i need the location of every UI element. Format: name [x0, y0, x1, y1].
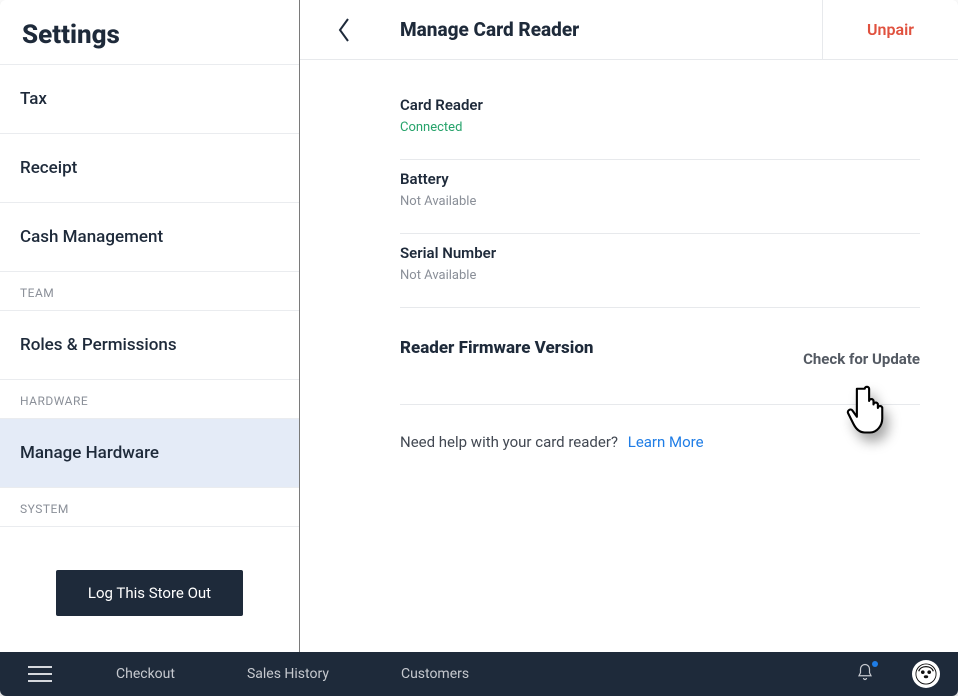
- card-reader-label: Card Reader: [400, 96, 920, 114]
- bell-icon: [856, 663, 874, 681]
- serial-value: Not Available: [400, 268, 920, 283]
- nav-customers[interactable]: Customers: [365, 666, 505, 682]
- sidebar-section-system: SYSTEM: [0, 488, 299, 527]
- sidebar-item-app-tablet[interactable]: App & Tablet: [0, 527, 299, 544]
- sidebar-section-team: TEAM: [0, 272, 299, 311]
- battery-block: Battery Not Available: [400, 160, 920, 234]
- serial-label: Serial Number: [400, 244, 920, 262]
- content-header: Manage Card Reader Unpair: [300, 0, 958, 60]
- sidebar-item-roles-permissions[interactable]: Roles & Permissions: [0, 311, 299, 380]
- log-store-out-button[interactable]: Log This Store Out: [56, 570, 243, 616]
- sidebar-item-manage-hardware[interactable]: Manage Hardware: [0, 419, 299, 488]
- firmware-block: Reader Firmware Version Check for Update: [400, 308, 920, 405]
- card-reader-status-block: Card Reader Connected: [400, 86, 920, 160]
- notification-dot-icon: [872, 661, 878, 667]
- card-reader-status: Connected: [400, 120, 920, 135]
- check-for-update-button[interactable]: Check for Update: [803, 350, 920, 368]
- back-button[interactable]: [300, 0, 388, 59]
- sidebar-item-receipt[interactable]: Receipt: [0, 134, 299, 203]
- content-panel: Manage Card Reader Unpair Card Reader Co…: [300, 0, 958, 652]
- firmware-label: Reader Firmware Version: [400, 338, 803, 358]
- nav-sales-history[interactable]: Sales History: [211, 666, 365, 682]
- help-text: Need help with your card reader?: [400, 433, 618, 451]
- sidebar-list: Tax Receipt Cash Management TEAM Roles &…: [0, 64, 299, 544]
- battery-value: Not Available: [400, 194, 920, 209]
- serial-block: Serial Number Not Available: [400, 234, 920, 308]
- nav-checkout[interactable]: Checkout: [80, 666, 211, 682]
- menu-button[interactable]: [0, 661, 80, 687]
- bottom-nav: Checkout Sales History Customers: [0, 652, 958, 696]
- battery-label: Battery: [400, 170, 920, 188]
- sidebar-section-hardware: HARDWARE: [0, 380, 299, 419]
- avatar-button[interactable]: [912, 660, 940, 688]
- help-row: Need help with your card reader? Learn M…: [400, 405, 920, 479]
- sidebar-item-cash-management[interactable]: Cash Management: [0, 203, 299, 272]
- unpair-button[interactable]: Unpair: [822, 0, 958, 59]
- sidebar-title: Settings: [0, 0, 299, 64]
- learn-more-link[interactable]: Learn More: [628, 433, 704, 451]
- avatar-icon: [915, 663, 937, 685]
- settings-sidebar: Settings Tax Receipt Cash Management TEA…: [0, 0, 300, 652]
- page-title: Manage Card Reader: [388, 18, 822, 41]
- sidebar-item-tax[interactable]: Tax: [0, 65, 299, 134]
- hamburger-icon: [28, 661, 52, 687]
- chevron-left-icon: [337, 17, 351, 43]
- notifications-button[interactable]: [836, 663, 894, 685]
